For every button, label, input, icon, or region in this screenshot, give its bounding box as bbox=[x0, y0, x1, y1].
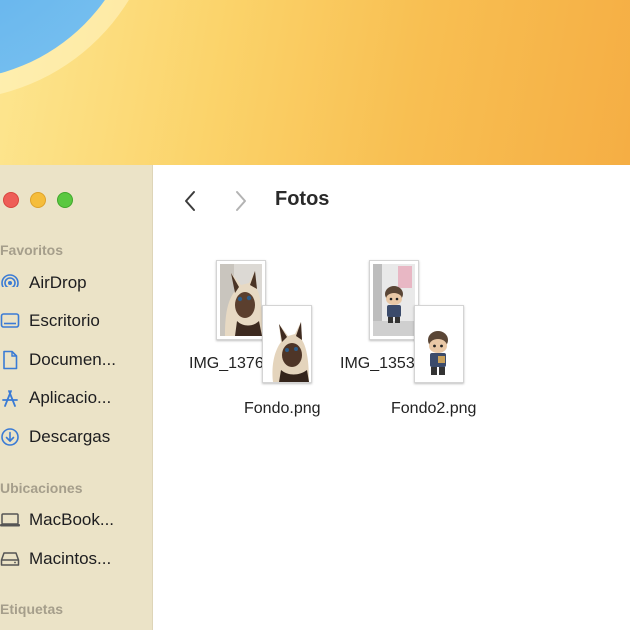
document-icon bbox=[0, 349, 21, 371]
figurine-photo bbox=[373, 264, 415, 336]
favorites-header: Favoritos bbox=[0, 242, 64, 258]
maximize-window-button[interactable] bbox=[57, 192, 73, 208]
applications-icon bbox=[0, 387, 21, 409]
file-name-fondo[interactable]: Fondo.png bbox=[244, 400, 321, 418]
desktop-wallpaper bbox=[0, 0, 630, 165]
chevron-left-icon bbox=[185, 191, 195, 211]
file-thumbnail-fondo2[interactable] bbox=[414, 305, 464, 383]
minimize-window-button[interactable] bbox=[30, 192, 46, 208]
sidebar-item-macbook[interactable]: MacBook... bbox=[0, 507, 152, 533]
file-thumbnail-img-1376[interactable] bbox=[216, 260, 266, 340]
sidebar-item-macintosh-hd[interactable]: Macintos... bbox=[0, 546, 152, 572]
sidebar: Favoritos AirDrop Escritorio Documen... … bbox=[0, 165, 153, 630]
laptop-icon bbox=[0, 509, 21, 531]
sidebar-item-airdrop[interactable]: AirDrop bbox=[0, 270, 152, 296]
file-thumbnail-fondo[interactable] bbox=[262, 305, 312, 383]
tags-header: Etiquetas bbox=[0, 601, 64, 617]
finder-window: Favoritos AirDrop Escritorio Documen... … bbox=[0, 165, 630, 630]
close-window-button[interactable] bbox=[3, 192, 19, 208]
sidebar-item-label: MacBook... bbox=[29, 510, 115, 529]
siamese-cat-photo bbox=[220, 264, 262, 336]
sidebar-item-descargas[interactable]: Descargas bbox=[0, 424, 152, 450]
sidebar-item-label: Escritorio bbox=[29, 311, 100, 330]
folder-title: Fotos bbox=[275, 188, 330, 210]
siamese-cat-photo bbox=[263, 306, 311, 382]
toolbar: Fotos bbox=[153, 165, 630, 235]
sidebar-item-label: Aplicacio... bbox=[29, 388, 112, 407]
sidebar-item-label: Documen... bbox=[29, 350, 116, 369]
locations-header: Ubicaciones bbox=[0, 480, 83, 496]
airdrop-icon bbox=[0, 272, 21, 294]
chevron-right-icon bbox=[236, 191, 246, 211]
forward-button[interactable] bbox=[228, 187, 252, 215]
disk-icon bbox=[0, 548, 21, 570]
desktop-icon bbox=[0, 310, 21, 332]
sidebar-item-documentos[interactable]: Documen... bbox=[0, 347, 152, 373]
sidebar-item-aplicaciones[interactable]: Aplicacio... bbox=[0, 385, 152, 411]
sidebar-item-label: Descargas bbox=[29, 427, 111, 446]
file-thumbnail-img-1353[interactable] bbox=[369, 260, 419, 340]
downloads-icon bbox=[0, 426, 21, 448]
figurine-photo bbox=[415, 306, 463, 382]
back-button[interactable] bbox=[179, 187, 203, 215]
file-name-fondo2[interactable]: Fondo2.png bbox=[391, 400, 476, 418]
sidebar-item-label: Macintos... bbox=[29, 549, 112, 568]
sidebar-item-escritorio[interactable]: Escritorio bbox=[0, 308, 152, 334]
sidebar-item-label: AirDrop bbox=[29, 273, 87, 292]
